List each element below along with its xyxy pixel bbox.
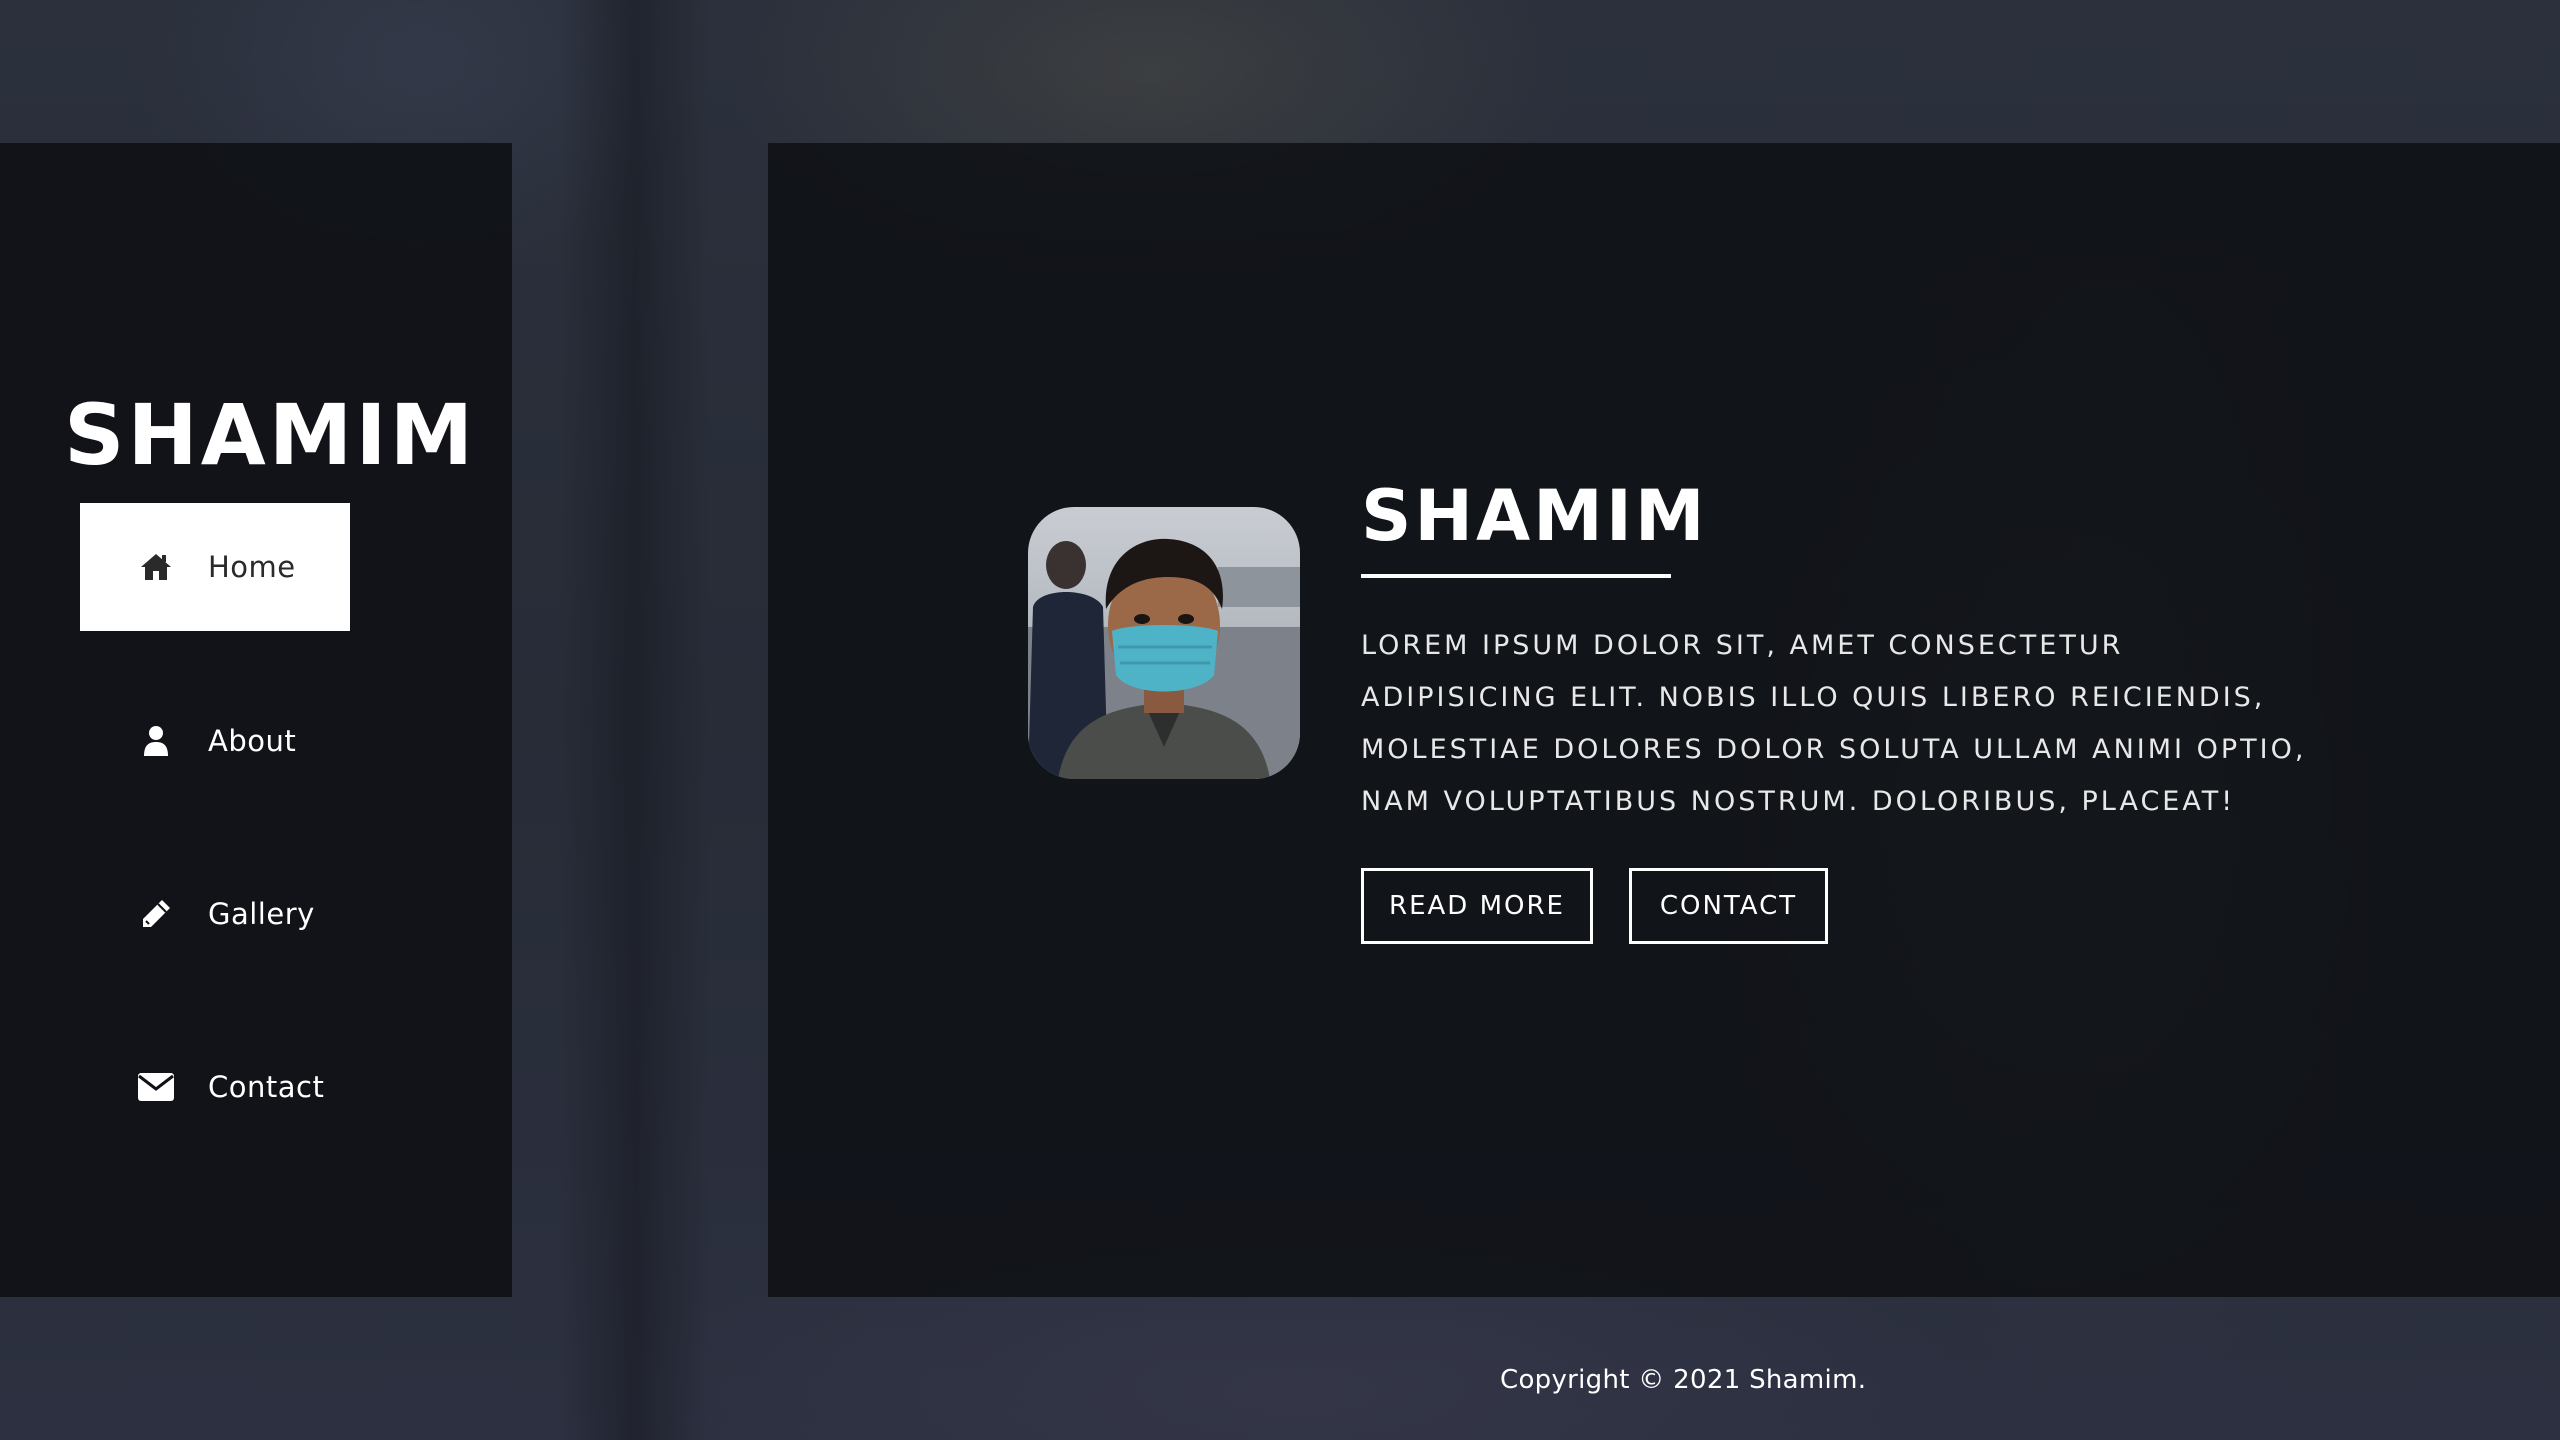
read-more-button[interactable]: READ MORE — [1361, 868, 1593, 944]
sidebar: SHAMIM Home About Gallery Contact — [0, 143, 512, 1297]
sidebar-item-contact[interactable]: Contact — [80, 1023, 350, 1151]
pencil-icon — [138, 896, 174, 932]
sidebar-item-label: Contact — [208, 1070, 325, 1104]
sidebar-item-label: Gallery — [208, 897, 315, 931]
hero-title: SHAMIM — [1361, 475, 1708, 557]
hero-description: Lorem ipsum dolor sit, amet consectetur … — [1361, 630, 2307, 817]
sidebar-item-about[interactable]: About — [80, 677, 350, 805]
envelope-icon — [138, 1069, 174, 1105]
background-pillar — [560, 0, 710, 1440]
footer-copyright: Copyright © 2021 Shamim. — [1500, 1365, 1867, 1395]
site-logo[interactable]: SHAMIM — [64, 393, 476, 477]
title-underline — [1361, 574, 1671, 578]
sidebar-item-gallery[interactable]: Gallery — [80, 850, 350, 978]
user-icon — [138, 723, 174, 759]
contact-button[interactable]: CONTACT — [1629, 868, 1828, 944]
sidebar-item-home[interactable]: Home — [80, 503, 350, 631]
profile-avatar — [1028, 507, 1300, 779]
sidebar-item-label: Home — [208, 550, 296, 584]
home-icon — [138, 549, 174, 585]
sidebar-item-label: About — [208, 724, 297, 758]
